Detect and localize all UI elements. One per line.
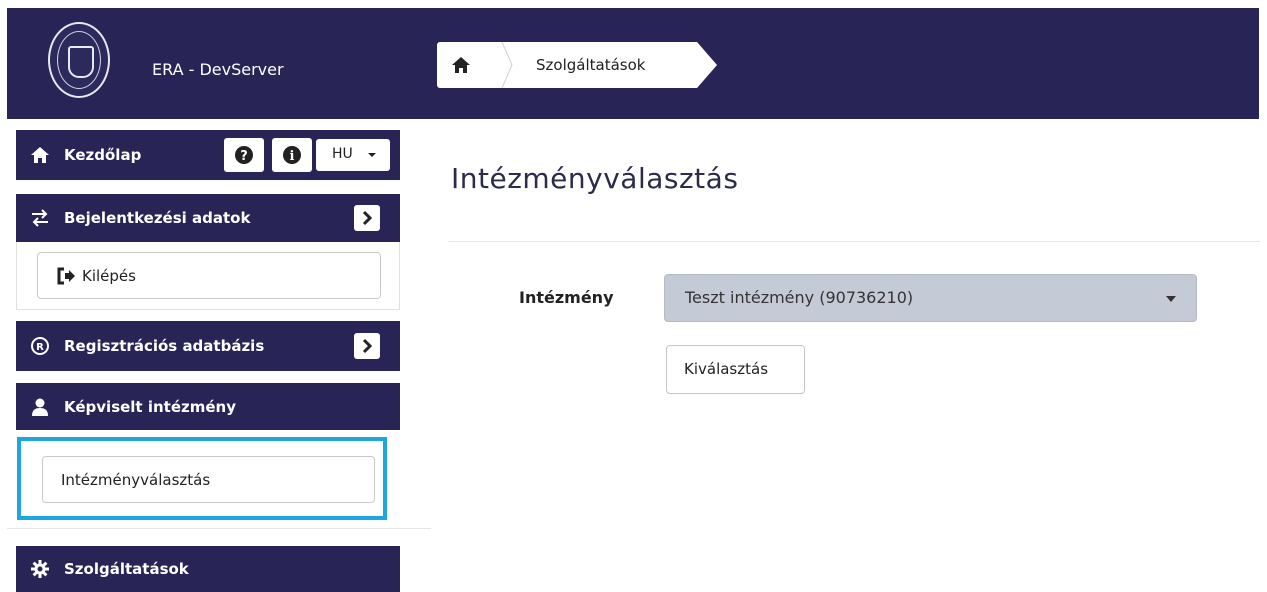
- sidebar-panel-login-data: Kilépés: [16, 242, 400, 310]
- sidebar-divider: [7, 528, 431, 529]
- sidebar-item-label: Képviselt intézmény: [64, 397, 236, 416]
- app-title: ERA - DevServer: [152, 60, 284, 79]
- exchange-icon: [30, 208, 50, 228]
- institution-select-value: Teszt intézmény (90736210): [685, 288, 914, 307]
- svg-text:i: i: [290, 149, 295, 164]
- home-icon[interactable]: [451, 55, 471, 75]
- sidebar-item-label: Bejelentkezési adatok: [64, 209, 251, 227]
- question-circle-icon: ?: [235, 146, 253, 164]
- sidebar-item-label: Kezdőlap: [64, 146, 142, 164]
- sidebar-item-home[interactable]: Kezdőlap ? i HU: [16, 130, 400, 180]
- institution-field-label: Intézmény: [519, 288, 614, 307]
- select-submit-button[interactable]: Kiválasztás: [666, 345, 805, 394]
- info-circle-icon: i: [283, 146, 301, 164]
- info-button[interactable]: i: [272, 138, 312, 172]
- language-dropdown[interactable]: HU: [316, 139, 390, 171]
- user-icon: [30, 397, 50, 417]
- sidebar-item-represented[interactable]: Képviselt intézmény: [16, 383, 400, 430]
- logout-label: Kilépés: [82, 267, 136, 285]
- expand-button[interactable]: [354, 333, 380, 359]
- caret-down-icon: [368, 153, 376, 157]
- sidebar-item-registry[interactable]: R Regisztrációs adatbázis: [16, 321, 400, 371]
- select-submit-label: Kiválasztás: [684, 360, 769, 378]
- home-icon: [30, 145, 50, 165]
- help-button[interactable]: ?: [224, 138, 264, 172]
- logout-button[interactable]: Kilépés: [37, 252, 381, 299]
- breadcrumb-separator-icon: [501, 42, 513, 88]
- title-divider: [449, 241, 1260, 242]
- caret-down-icon: [1166, 296, 1176, 302]
- chevron-right-icon: [362, 338, 373, 354]
- app-header: ERA - DevServer Szolgáltatások: [7, 8, 1259, 119]
- sidebar-item-label: Regisztrációs adatbázis: [64, 337, 265, 355]
- institution-select-button[interactable]: Intézményválasztás: [42, 456, 375, 503]
- language-label: HU: [332, 146, 353, 162]
- svg-text:?: ?: [240, 149, 248, 164]
- selection-highlight: Intézményválasztás: [17, 437, 387, 520]
- svg-text:R: R: [36, 342, 44, 353]
- sidebar-item-services[interactable]: Szolgáltatások: [16, 546, 400, 592]
- expand-button[interactable]: [354, 205, 380, 231]
- institution-select-label: Intézményválasztás: [61, 471, 211, 489]
- registered-icon: R: [30, 336, 50, 356]
- gear-icon: [30, 559, 50, 579]
- bank-logo: [48, 22, 110, 98]
- breadcrumb: Szolgáltatások: [437, 42, 717, 88]
- breadcrumb-current[interactable]: Szolgáltatások: [536, 56, 645, 74]
- page-title: Intézményválasztás: [451, 162, 739, 195]
- sidebar-item-login-data[interactable]: Bejelentkezési adatok: [16, 194, 400, 242]
- chevron-right-icon: [362, 210, 373, 226]
- sidebar-item-label: Szolgáltatások: [64, 560, 189, 578]
- sign-out-icon: [57, 267, 75, 285]
- institution-select[interactable]: Teszt intézmény (90736210): [664, 274, 1197, 322]
